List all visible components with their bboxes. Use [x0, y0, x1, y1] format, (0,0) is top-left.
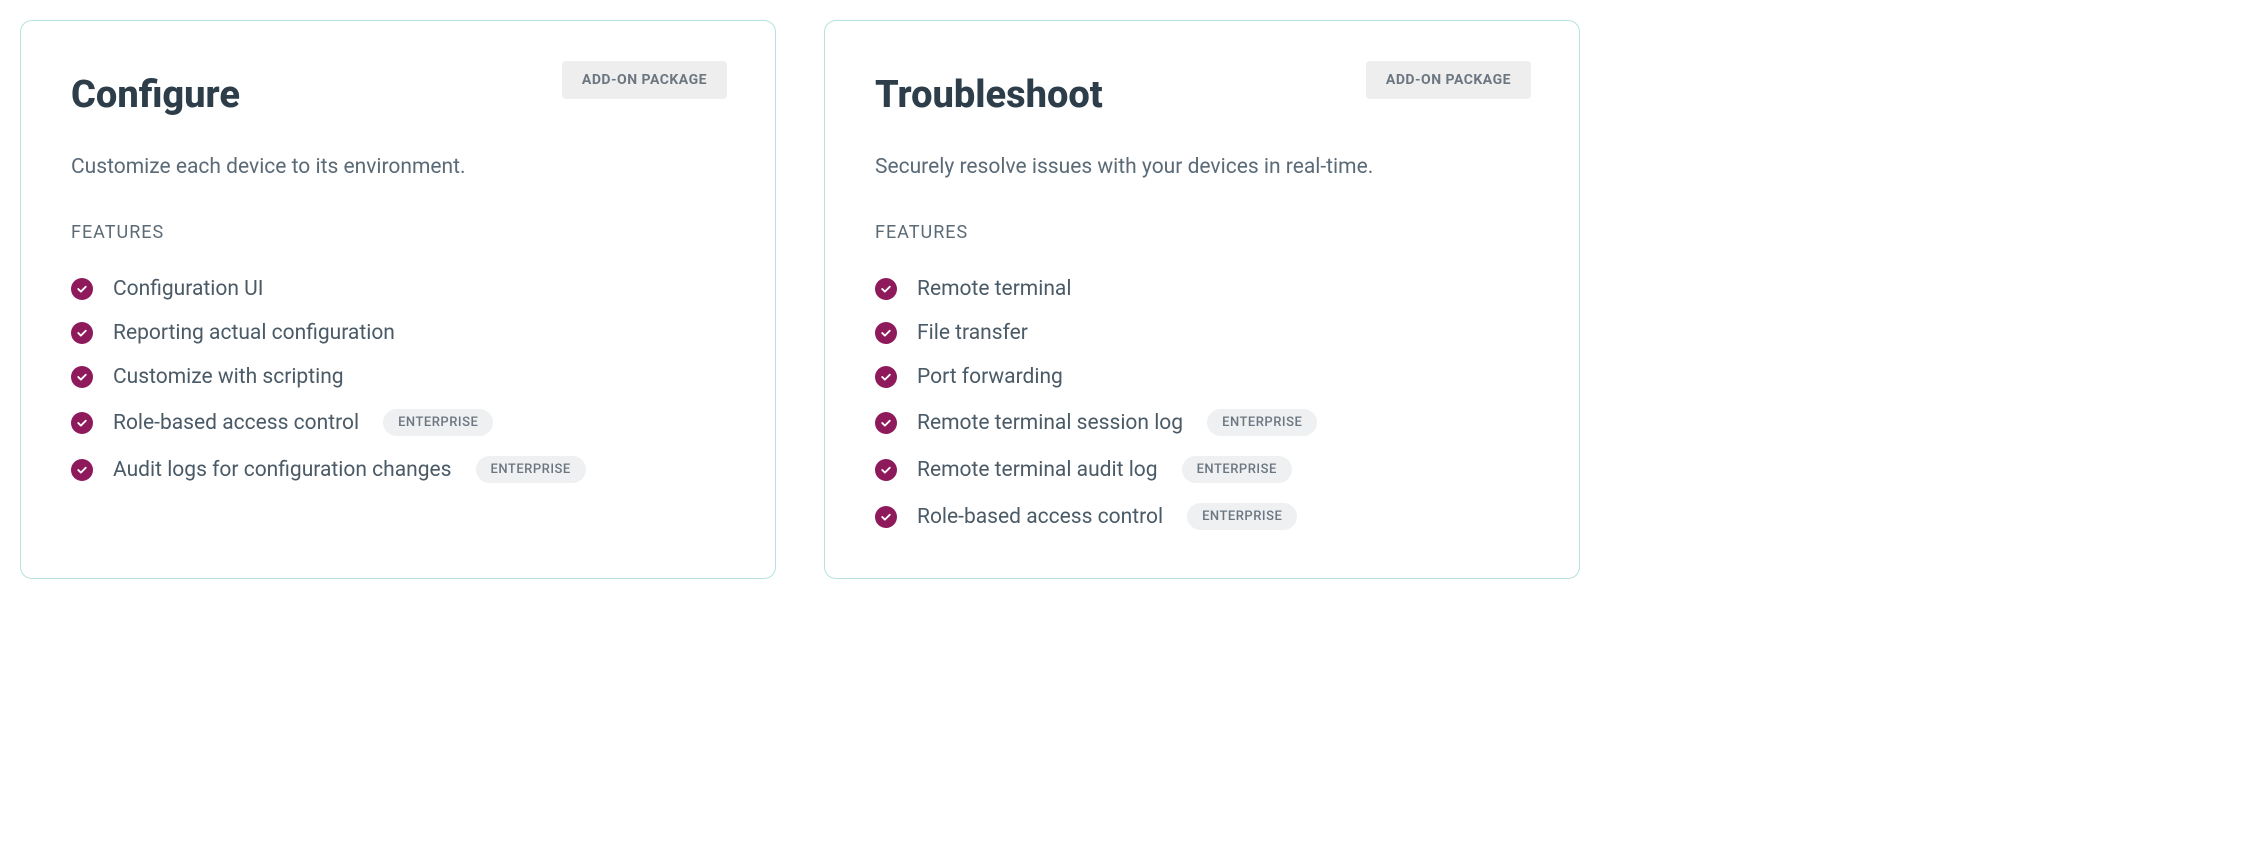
check-icon [875, 412, 897, 434]
card-configure: ADD-ON PACKAGE Configure Customize each … [20, 20, 776, 579]
feature-item: Role-based access control ENTERPRISE [71, 409, 725, 436]
enterprise-pill: ENTERPRISE [1182, 456, 1292, 483]
feature-item: Remote terminal session log ENTERPRISE [875, 409, 1529, 436]
feature-label: Audit logs for configuration changes [113, 458, 452, 482]
feature-label: Reporting actual configuration [113, 321, 395, 345]
enterprise-pill: ENTERPRISE [383, 409, 493, 436]
cards-row: ADD-ON PACKAGE Configure Customize each … [20, 20, 1580, 579]
check-icon [71, 278, 93, 300]
card-troubleshoot: ADD-ON PACKAGE Troubleshoot Securely res… [824, 20, 1580, 579]
feature-label: Role-based access control [917, 505, 1163, 529]
feature-label: Role-based access control [113, 411, 359, 435]
addon-badge: ADD-ON PACKAGE [1366, 61, 1531, 99]
feature-label: Configuration UI [113, 277, 263, 301]
check-icon [875, 459, 897, 481]
feature-label: Remote terminal session log [917, 411, 1183, 435]
feature-item: Configuration UI [71, 277, 725, 301]
enterprise-pill: ENTERPRISE [1187, 503, 1297, 530]
feature-item: Role-based access control ENTERPRISE [875, 503, 1529, 530]
feature-item: Customize with scripting [71, 365, 725, 389]
feature-label: Customize with scripting [113, 365, 344, 389]
feature-item: Reporting actual configuration [71, 321, 725, 345]
features-list: Configuration UI Reporting actual config… [71, 277, 725, 483]
check-icon [875, 322, 897, 344]
check-icon [875, 506, 897, 528]
card-description: Customize each device to its environment… [71, 153, 725, 182]
check-icon [875, 278, 897, 300]
check-icon [71, 366, 93, 388]
enterprise-pill: ENTERPRISE [476, 456, 586, 483]
card-description: Securely resolve issues with your device… [875, 153, 1529, 182]
check-icon [71, 322, 93, 344]
feature-label: Remote terminal audit log [917, 458, 1158, 482]
features-heading: FEATURES [875, 222, 1529, 243]
feature-label: File transfer [917, 321, 1028, 345]
features-heading: FEATURES [71, 222, 725, 243]
addon-badge: ADD-ON PACKAGE [562, 61, 727, 99]
feature-item: Remote terminal [875, 277, 1529, 301]
feature-item: Audit logs for configuration changes ENT… [71, 456, 725, 483]
feature-item: File transfer [875, 321, 1529, 345]
feature-label: Remote terminal [917, 277, 1071, 301]
enterprise-pill: ENTERPRISE [1207, 409, 1317, 436]
feature-label: Port forwarding [917, 365, 1063, 389]
feature-item: Remote terminal audit log ENTERPRISE [875, 456, 1529, 483]
check-icon [71, 459, 93, 481]
check-icon [875, 366, 897, 388]
feature-item: Port forwarding [875, 365, 1529, 389]
check-icon [71, 412, 93, 434]
features-list: Remote terminal File transfer Port forwa… [875, 277, 1529, 530]
